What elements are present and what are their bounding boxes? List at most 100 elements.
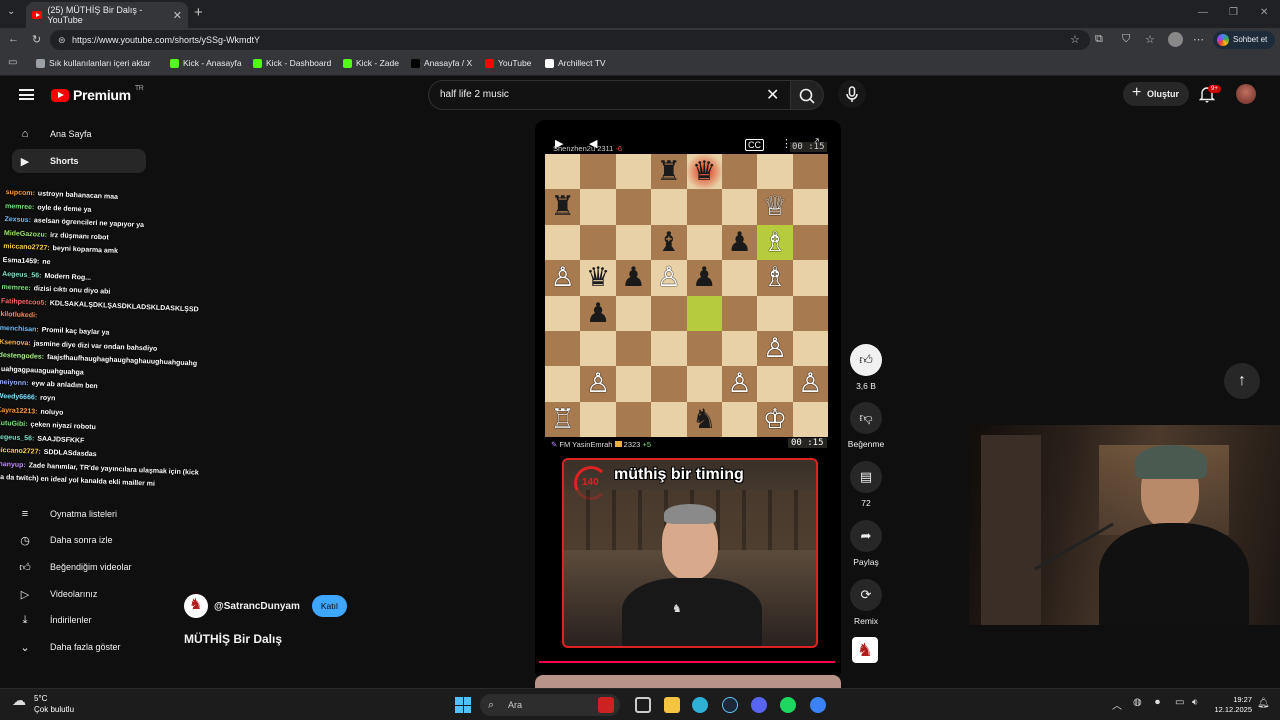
sidebar-item-home[interactable]: ⌂ Ana Sayfa (12, 122, 146, 146)
bookmark-item[interactable]: Kick - Dashboard (253, 58, 331, 68)
weather-widget[interactable]: 5°C Çok bulutlu ☁ (12, 693, 74, 715)
start-button[interactable] (455, 697, 471, 713)
file-explorer-icon[interactable] (664, 697, 680, 713)
edge-icon[interactable] (692, 697, 708, 713)
dislike-action[interactable]: 👎︎ Beğenme (848, 402, 884, 449)
microphone-tray-icon[interactable]: ⏺ (1155, 697, 1160, 708)
board-square (686, 330, 722, 367)
board-square (651, 295, 687, 331)
streamer-beanie (1135, 445, 1207, 479)
close-window-button[interactable]: ✕ (1260, 7, 1268, 18)
favorites-icon[interactable]: ☆ (1145, 33, 1155, 46)
back-icon[interactable]: ← (8, 33, 19, 45)
spotify-icon[interactable] (780, 697, 796, 713)
join-button[interactable]: Katıl (311, 595, 347, 617)
taskbar-app-icon[interactable] (598, 697, 614, 713)
discord-icon[interactable] (751, 697, 767, 713)
share-icon[interactable]: ➦ (850, 520, 882, 552)
app-icon-blue[interactable] (810, 697, 826, 713)
chat-text: eyw ab anladım ben (31, 380, 98, 391)
share-action[interactable]: ➦ Paylaş (849, 520, 883, 567)
sidebar-item-thumbs-up[interactable]: 👍︎ Beğendiğim videolar (12, 555, 146, 579)
comments-icon[interactable]: ▤ (850, 461, 882, 493)
board-square (721, 260, 758, 296)
channel-avatar[interactable] (184, 594, 208, 618)
remix-icon[interactable]: ⟳ (850, 579, 882, 611)
dislike-icon[interactable]: 👎︎ (850, 402, 882, 434)
captions-icon[interactable]: CC (745, 139, 764, 151)
sidebar-toggle-icon[interactable]: ▭ (8, 57, 17, 68)
board-square (721, 154, 758, 190)
chess-piece: ♜ (550, 191, 575, 223)
sidebar-item-download[interactable]: ⤓ İndirilenler (12, 608, 146, 632)
person-shirt (622, 578, 762, 646)
bookmark-item[interactable]: Archillect TV (545, 58, 606, 68)
notification-center-icon[interactable]: 🔔︎ (1257, 698, 1270, 709)
reload-icon[interactable]: ↻ (32, 33, 41, 46)
board-square (651, 330, 687, 367)
bookmark-item[interactable]: Kick - Zade (343, 58, 399, 68)
search-button[interactable] (790, 80, 824, 110)
board-square (792, 401, 828, 437)
tab-list-button[interactable]: ⌄ (7, 6, 15, 17)
search-input[interactable]: half life 2 music (428, 80, 794, 110)
bookmark-item[interactable]: Anasayfa / X (411, 58, 472, 68)
extensions-icon[interactable]: ⧉ (1095, 33, 1103, 46)
playback-progress[interactable] (539, 661, 835, 663)
channel-name[interactable]: @SatrancDunyam (214, 601, 300, 612)
volume-tray-icon[interactable]: 🔉︎ (1192, 697, 1198, 708)
sidebar-item-chevron-down[interactable]: ⌄ Daha fazla göster (12, 635, 146, 659)
bookmark-item[interactable]: Kick - Anasayfa (170, 58, 242, 68)
task-view-icon[interactable] (635, 697, 651, 713)
chess-piece: ♙ (798, 368, 823, 400)
account-avatar[interactable] (1236, 84, 1256, 104)
bookmark-item[interactable]: Sık kullanılanları içeri aktar (36, 58, 151, 68)
remix-action[interactable]: ⟳ Remix (849, 579, 883, 626)
next-short-preview[interactable] (535, 675, 841, 688)
system-clock[interactable]: 19:27 12.12.2025 (1200, 695, 1252, 715)
chess-piece: ♟ (727, 226, 752, 258)
profile-avatar[interactable] (1168, 32, 1183, 47)
tab-close-icon[interactable]: ✕ (173, 9, 182, 22)
favorite-star-icon[interactable]: ☆ (1070, 33, 1080, 46)
more-menu-icon[interactable]: ⋯ (1193, 33, 1204, 46)
shorts-player[interactable]: ▶ ◀ CC ⋮ ⤢ Shenzhen2u 2311 -6 00 :15 ♜♛♜… (535, 120, 841, 680)
new-tab-button[interactable]: + (194, 4, 203, 21)
steam-icon[interactable] (722, 697, 738, 713)
sidebar-item-clock[interactable]: ◷ Daha sonra izle (12, 528, 146, 552)
youtube-premium-logo[interactable]: Premium TR (51, 85, 144, 103)
board-square (545, 154, 581, 190)
tray-overflow-icon[interactable]: ︿ (1112, 697, 1122, 712)
network-icon[interactable]: ▭ (1175, 697, 1184, 708)
browser-tab-active[interactable]: (25) MÜTHİŞ Bir Dalış - YouTube ✕ (26, 2, 188, 28)
board-square (651, 189, 687, 225)
previous-short-button[interactable]: ↑ (1224, 363, 1260, 399)
sidebar-item-shorts[interactable]: ▶ Shorts (12, 149, 146, 173)
chat-username: miccano2727: (3, 243, 50, 253)
like-icon[interactable]: 👍︎ (850, 344, 882, 376)
comments-action[interactable]: ▤ 72 (849, 461, 883, 508)
youtube-favicon-icon (32, 11, 43, 19)
copilot-chat-button[interactable]: Sohbet et (1213, 31, 1275, 49)
bookmark-label: Archillect TV (558, 58, 606, 68)
bookmark-item[interactable]: YouTube (485, 58, 531, 68)
hamburger-menu-icon[interactable] (19, 89, 34, 100)
voice-search-button[interactable] (838, 80, 866, 108)
like-action[interactable]: 👍︎ 3,6 B (849, 344, 883, 391)
taskbar-search-label: Ara (508, 700, 523, 710)
board-square (792, 189, 828, 225)
clear-search-icon[interactable]: ✕ (766, 85, 779, 105)
create-button[interactable]: Oluştur (1123, 81, 1189, 106)
minimize-button[interactable]: — (1198, 7, 1208, 18)
maximize-button[interactable]: ❐ (1229, 7, 1238, 18)
sound-source-thumbnail[interactable]: ♞ (852, 637, 878, 663)
url-field[interactable]: ⊜ https://www.youtube.com/shorts/ySSg-Wk… (50, 30, 1090, 50)
sidebar-item-video[interactable]: ▷ Videolarınız (12, 582, 146, 606)
tray-icon[interactable]: ◍ (1133, 697, 1142, 708)
sidebar-item-label: Beğendiğim videolar (50, 562, 132, 572)
sidebar-item-label: Videolarınız (50, 589, 98, 599)
collections-icon[interactable]: ⛉ (1122, 33, 1130, 46)
site-info-icon[interactable]: ⊜ (58, 30, 66, 50)
chat-text: royn (39, 394, 56, 403)
bottom-player-diff: +5 (642, 440, 651, 449)
